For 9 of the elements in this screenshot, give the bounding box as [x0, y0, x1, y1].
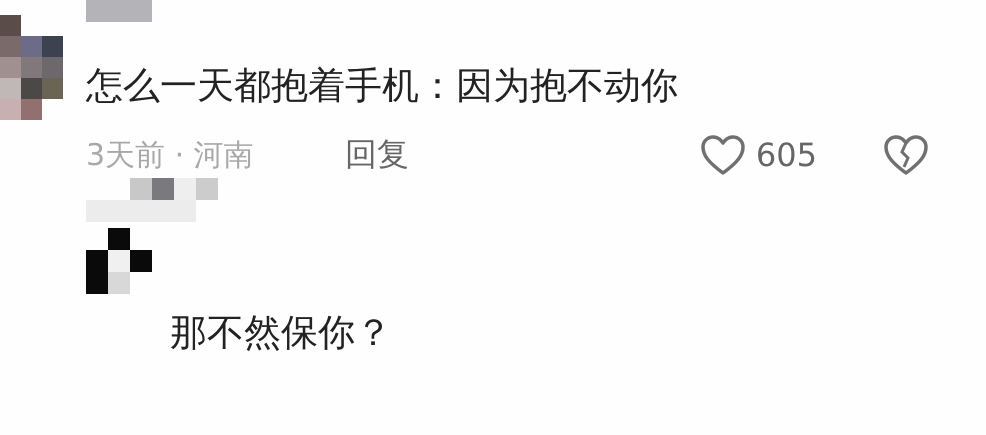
pixelated-avatar	[86, 228, 152, 294]
like-count: 605	[756, 136, 817, 174]
reply-link[interactable]: 回复	[345, 133, 409, 177]
comment-time-location: 3天前 · 河南	[86, 136, 255, 174]
broken-heart-icon[interactable]	[883, 134, 929, 176]
redaction-mosaic	[86, 0, 152, 22]
comment-text: 怎么一天都抱着手机：因为抱不动你	[86, 63, 679, 109]
reply-text: 那不然保你？	[170, 310, 393, 356]
heart-icon[interactable]	[700, 134, 746, 176]
